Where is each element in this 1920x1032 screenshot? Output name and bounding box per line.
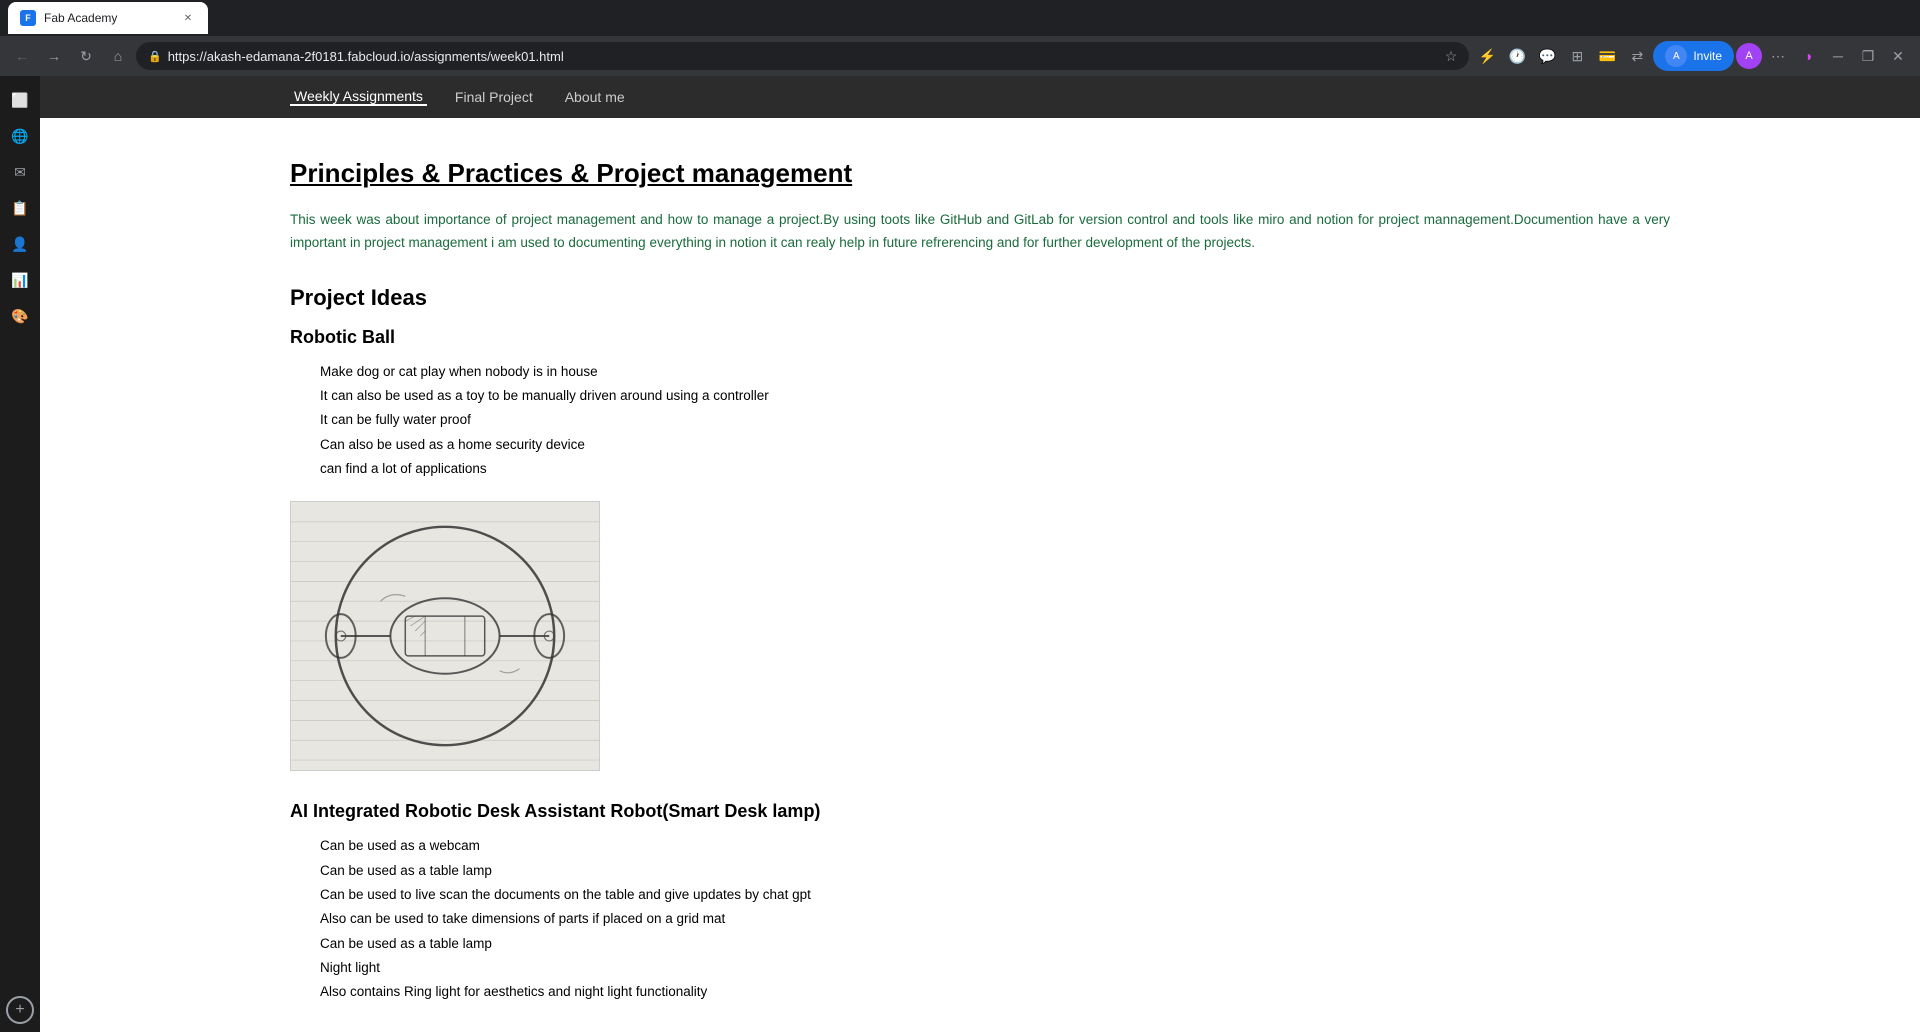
list-item: Can be used as a table lamp xyxy=(320,932,1670,956)
sidebar-icon-tabs[interactable]: ⬜ xyxy=(4,84,36,116)
browser-toolbar: ← → ↻ ⌂ 🔒 https://akash-edamana-2f0181.f… xyxy=(0,36,1920,76)
star-icon[interactable]: ☆ xyxy=(1445,48,1458,65)
tab-bar: F Fab Academy ✕ xyxy=(0,0,1920,36)
list-item: Make dog or cat play when nobody is in h… xyxy=(320,360,1670,384)
list-item: It can also be used as a toy to be manua… xyxy=(320,384,1670,408)
nav-final-project[interactable]: Final Project xyxy=(451,89,537,105)
robotic-ball-list: Make dog or cat play when nobody is in h… xyxy=(290,360,1670,481)
list-item: Also contains Ring light for aesthetics … xyxy=(320,980,1670,1004)
sidebar-icon-apps[interactable]: 📊 xyxy=(4,264,36,296)
list-item: It can be fully water proof xyxy=(320,408,1670,432)
minimize-button[interactable]: ─ xyxy=(1824,42,1852,70)
intro-paragraph: This week was about importance of projec… xyxy=(290,209,1670,255)
tab-close-button[interactable]: ✕ xyxy=(180,10,196,26)
nav-weekly-assignments[interactable]: Weekly Assignments xyxy=(290,88,427,106)
edge-icon: ◑ xyxy=(1794,42,1822,70)
robotic-ball-sketch xyxy=(290,501,600,771)
address-bar[interactable]: 🔒 https://akash-edamana-2f0181.fabcloud.… xyxy=(136,42,1469,70)
site-navigation: Weekly Assignments Final Project About m… xyxy=(40,76,1920,118)
list-item: can find a lot of applications xyxy=(320,457,1670,481)
sidebar-add-button[interactable]: + xyxy=(6,996,34,1024)
list-item: Also can be used to take dimensions of p… xyxy=(320,907,1670,931)
tab-favicon: F xyxy=(20,10,36,26)
browser-chrome: F Fab Academy ✕ ← → ↻ ⌂ 🔒 https://akash-… xyxy=(0,0,1920,76)
ai-robot-title: AI Integrated Robotic Desk Assistant Rob… xyxy=(290,801,1670,822)
invite-avatar: A xyxy=(1665,45,1687,67)
sidebar-icon-people[interactable]: 👤 xyxy=(4,228,36,260)
main-content: Principles & Practices & Project managem… xyxy=(40,118,1920,1032)
main-layout: ⬜ 🌐 ✉ 📋 👤 📊 🎨 + Weekly Assignments Final… xyxy=(0,76,1920,1032)
wallet-icon[interactable]: 💳 xyxy=(1593,42,1621,70)
page-area: Weekly Assignments Final Project About m… xyxy=(40,76,1920,1032)
toolbar-actions: ⚡ 🕐 💬 ⊞ 💳 ⇄ A Invite A ⋯ ◑ ─ ❐ ✕ xyxy=(1473,41,1912,71)
back-button[interactable]: ← xyxy=(8,42,36,70)
tab-title: Fab Academy xyxy=(44,11,172,25)
active-tab[interactable]: F Fab Academy ✕ xyxy=(8,2,208,34)
sync-icon[interactable]: ⇄ xyxy=(1623,42,1651,70)
invite-label: Invite xyxy=(1693,49,1722,63)
list-item: Can be used as a table lamp xyxy=(320,859,1670,883)
sidebar-icon-widgets[interactable]: 🎨 xyxy=(4,300,36,332)
chat-icon[interactable]: 💬 xyxy=(1533,42,1561,70)
section-project-ideas-title: Project Ideas xyxy=(290,285,1670,311)
forward-button[interactable]: → xyxy=(40,42,68,70)
close-button[interactable]: ✕ xyxy=(1884,42,1912,70)
nav-about-me[interactable]: About me xyxy=(561,89,629,105)
profile-avatar[interactable]: A xyxy=(1736,43,1762,69)
ai-robot-list: Can be used as a webcam Can be used as a… xyxy=(290,834,1670,1004)
sidebar-icon-calendar[interactable]: 📋 xyxy=(4,192,36,224)
robotic-ball-title: Robotic Ball xyxy=(290,327,1670,348)
extensions-icon[interactable]: ⚡ xyxy=(1473,42,1501,70)
sidebar-icon-mail[interactable]: ✉ xyxy=(4,156,36,188)
sidebar-icon-browse[interactable]: 🌐 xyxy=(4,120,36,152)
list-item: Can be used as a webcam xyxy=(320,834,1670,858)
url-text: https://akash-edamana-2f0181.fabcloud.io… xyxy=(168,49,1439,64)
list-item: Can be used to live scan the documents o… xyxy=(320,883,1670,907)
history-icon[interactable]: 🕐 xyxy=(1503,42,1531,70)
lock-icon: 🔒 xyxy=(148,50,162,63)
apps-icon[interactable]: ⊞ xyxy=(1563,42,1591,70)
list-item: Night light xyxy=(320,956,1670,980)
list-item: Can also be used as a home security devi… xyxy=(320,433,1670,457)
home-button[interactable]: ⌂ xyxy=(104,42,132,70)
more-menu-icon[interactable]: ⋯ xyxy=(1764,42,1792,70)
reload-button[interactable]: ↻ xyxy=(72,42,100,70)
invite-button[interactable]: A Invite xyxy=(1653,41,1734,71)
maximize-button[interactable]: ❐ xyxy=(1854,42,1882,70)
page-title: Principles & Practices & Project managem… xyxy=(290,158,1670,189)
sidebar: ⬜ 🌐 ✉ 📋 👤 📊 🎨 + xyxy=(0,76,40,1032)
